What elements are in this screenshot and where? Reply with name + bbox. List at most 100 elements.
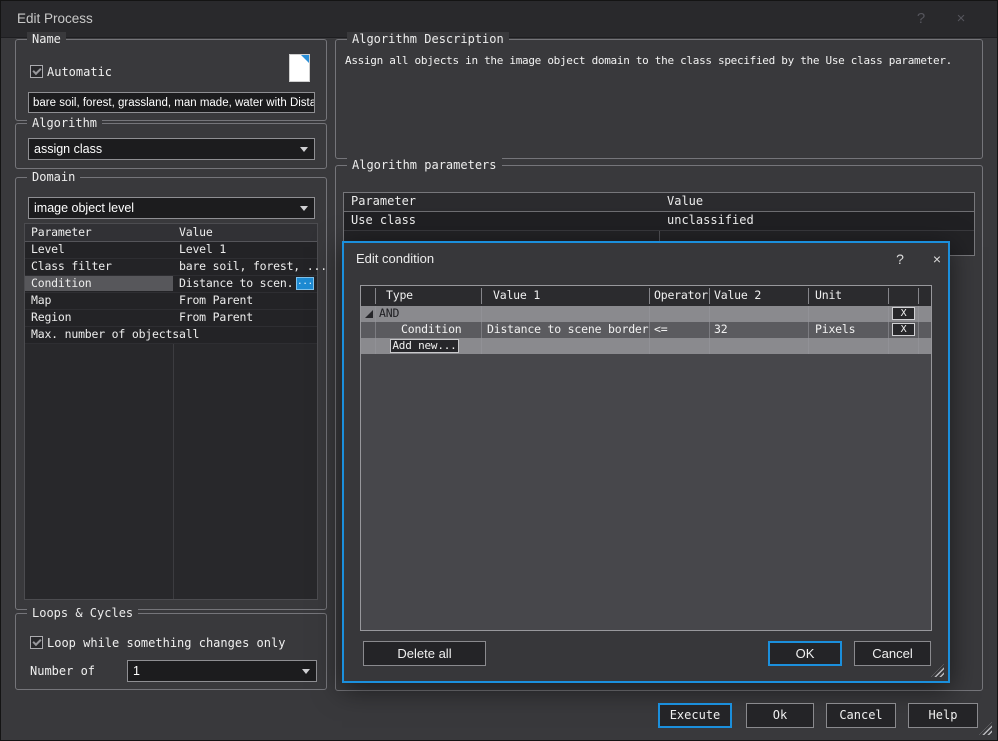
- loops-group-label: Loops & Cycles: [27, 606, 138, 621]
- header-type: Type: [386, 286, 413, 305]
- algorithm-description-group: Algorithm Description Assign all objects…: [335, 39, 983, 159]
- algorithm-select[interactable]: assign class: [28, 138, 315, 160]
- condition-row[interactable]: Condition Distance to scene border <= 32…: [361, 322, 931, 338]
- name-group-label: Name: [27, 32, 66, 47]
- header-unit: Unit: [815, 286, 842, 305]
- new-document-icon[interactable]: [289, 54, 310, 82]
- value2-cell: 32: [714, 322, 727, 337]
- value-cell: Distance to scen...: [179, 276, 307, 291]
- column-divider: [709, 306, 710, 354]
- add-new-button[interactable]: Add new...: [390, 339, 459, 353]
- close-icon[interactable]: ×: [924, 247, 950, 271]
- column-divider: [918, 306, 919, 354]
- resize-grip-icon[interactable]: [979, 722, 992, 735]
- chevron-down-icon: [300, 147, 308, 152]
- header-parameter: Parameter: [351, 193, 416, 210]
- param-cell: Class filter: [31, 259, 112, 274]
- param-cell: Max. number of objects: [31, 327, 179, 342]
- help-button[interactable]: Help: [908, 703, 978, 728]
- param-cell: Condition: [31, 276, 92, 291]
- automatic-checkbox[interactable]: [30, 65, 43, 78]
- loops-group: Loops & Cycles Loop while something chan…: [15, 613, 327, 690]
- table-row[interactable]: Region From Parent: [25, 310, 317, 327]
- value-cell: From Parent: [179, 293, 253, 308]
- table-header-row: Parameter Value: [344, 193, 974, 212]
- chevron-down-icon: [300, 206, 308, 211]
- header-value1: Value 1: [493, 286, 540, 305]
- param-cell: Level: [31, 242, 65, 257]
- domain-group: Domain image object level Parameter Valu…: [15, 177, 327, 610]
- value-cell: Level 1: [179, 242, 226, 257]
- column-divider: [808, 306, 809, 354]
- table-row[interactable]: Level Level 1: [25, 242, 317, 259]
- header-parameter: Parameter: [31, 224, 92, 240]
- table-row[interactable]: Map From Parent: [25, 293, 317, 310]
- expander-icon[interactable]: [365, 310, 373, 318]
- table-row-condition-selected[interactable]: Condition Distance to scen... ...: [25, 276, 317, 293]
- column-divider: [375, 288, 376, 304]
- execute-button[interactable]: Execute: [658, 703, 732, 728]
- description-group-label: Algorithm Description: [347, 32, 509, 47]
- column-divider: [649, 288, 650, 304]
- name-group: Name Automatic: [15, 39, 327, 121]
- remove-row-button[interactable]: X: [892, 323, 915, 336]
- value1-cell: Distance to scene border: [487, 322, 648, 337]
- delete-all-button[interactable]: Delete all: [363, 641, 486, 666]
- loop-checkbox-label: Loop while something changes only: [47, 636, 285, 650]
- domain-selected-value: image object level: [34, 198, 134, 218]
- domain-parameter-table: Parameter Value Level Level 1 Class filt…: [24, 223, 318, 600]
- cancel-button[interactable]: Cancel: [854, 641, 931, 666]
- column-divider: [649, 306, 650, 354]
- type-cell: AND: [379, 306, 399, 321]
- value-cell: bare soil, forest, ...: [179, 259, 327, 274]
- operator-cell: <=: [654, 322, 667, 337]
- resize-grip-icon[interactable]: [931, 664, 944, 677]
- chevron-down-icon: [302, 669, 310, 674]
- help-icon[interactable]: ?: [906, 1, 936, 37]
- domain-select[interactable]: image object level: [28, 197, 315, 219]
- column-divider: [888, 306, 889, 354]
- algorithm-group: Algorithm assign class: [15, 123, 327, 169]
- edit-process-window: Edit Process ? × Name Automatic Algorith…: [0, 0, 998, 741]
- header-value: Value: [667, 193, 703, 210]
- dialog-title: Edit condition: [356, 251, 434, 266]
- param-cell: Region: [31, 310, 71, 325]
- edit-condition-dialog: Edit condition ? × Type Value 1 Operator…: [342, 241, 950, 683]
- automatic-checkbox-label: Automatic: [47, 65, 112, 79]
- column-divider: [375, 306, 376, 354]
- help-icon[interactable]: ?: [887, 247, 913, 271]
- type-cell: Condition: [401, 322, 462, 337]
- table-row[interactable]: Max. number of objects all: [25, 327, 317, 344]
- param-cell: Use class: [351, 212, 416, 229]
- loop-checkbox[interactable]: [30, 636, 43, 649]
- add-new-row: Add new...: [361, 338, 931, 354]
- column-divider: [918, 288, 919, 304]
- value-cell: unclassified: [667, 212, 754, 229]
- column-divider: [888, 288, 889, 304]
- number-of-select[interactable]: 1: [127, 660, 317, 682]
- algorithm-group-label: Algorithm: [27, 116, 102, 131]
- table-header-row: Parameter Value: [25, 224, 317, 242]
- close-icon[interactable]: ×: [946, 1, 976, 37]
- value-cell: From Parent: [179, 310, 253, 325]
- unit-cell: Pixels: [815, 322, 855, 337]
- ok-button[interactable]: Ok: [746, 703, 814, 728]
- header-value2: Value 2: [714, 286, 761, 305]
- algorithm-description-text: Assign all objects in the image object d…: [345, 54, 977, 67]
- column-divider: [481, 288, 482, 304]
- cancel-button[interactable]: Cancel: [826, 703, 896, 728]
- header-value: Value: [179, 224, 213, 240]
- table-row[interactable]: Class filter bare soil, forest, ...: [25, 259, 317, 276]
- domain-group-label: Domain: [27, 170, 80, 185]
- header-operator: Operator: [654, 286, 708, 305]
- remove-row-button[interactable]: X: [892, 307, 915, 320]
- ok-button[interactable]: OK: [768, 641, 842, 666]
- column-divider: [808, 288, 809, 304]
- table-row[interactable]: Use class unclassified: [344, 212, 974, 231]
- number-of-label: Number of: [30, 664, 95, 678]
- column-divider: [709, 288, 710, 304]
- process-name-input[interactable]: [28, 92, 315, 113]
- ellipsis-button[interactable]: ...: [296, 277, 314, 290]
- and-row[interactable]: AND X: [361, 306, 931, 322]
- number-of-value: 1: [133, 661, 140, 681]
